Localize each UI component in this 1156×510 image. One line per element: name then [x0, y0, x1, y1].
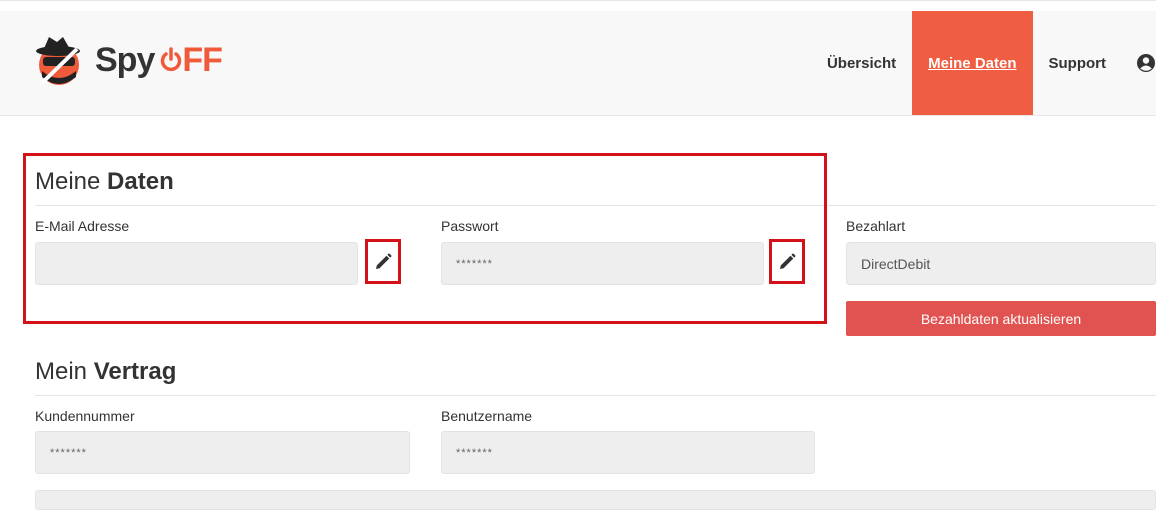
section-title-mein-vertrag: Mein Vertrag — [35, 358, 177, 385]
payment-method-field[interactable]: DirectDebit — [846, 242, 1156, 285]
highlight-box — [23, 153, 827, 324]
divider — [35, 395, 1156, 396]
username-field[interactable]: ******* — [441, 431, 815, 474]
power-icon — [161, 46, 182, 71]
logo-text-off: FF — [160, 40, 223, 79]
top-border — [0, 0, 1156, 1]
user-menu[interactable] — [1122, 11, 1156, 115]
main-nav: Übersicht Meine Daten Support — [811, 11, 1156, 115]
user-circle-icon — [1137, 54, 1155, 72]
update-payment-button[interactable]: Bezahldaten aktualisieren — [846, 301, 1156, 336]
spy-logo-icon — [36, 37, 80, 85]
customer-number-field[interactable]: ******* — [35, 431, 410, 474]
payment-method-label: Bezahlart — [846, 218, 906, 234]
customer-number-label: Kundennummer — [35, 408, 135, 424]
logo-text-ff: FF — [182, 40, 223, 79]
contract-field-partial[interactable] — [35, 490, 1156, 510]
nav-item-support[interactable]: Support — [1033, 11, 1123, 115]
logo[interactable]: Spy FF — [33, 33, 223, 87]
header: Spy FF Übersicht Meine Daten Support — [0, 11, 1156, 116]
username-label: Benutzername — [441, 408, 533, 424]
logo-text-spy: Spy — [95, 40, 155, 79]
nav-item-uebersicht[interactable]: Übersicht — [811, 11, 912, 115]
nav-item-meine-daten[interactable]: Meine Daten — [912, 11, 1033, 115]
